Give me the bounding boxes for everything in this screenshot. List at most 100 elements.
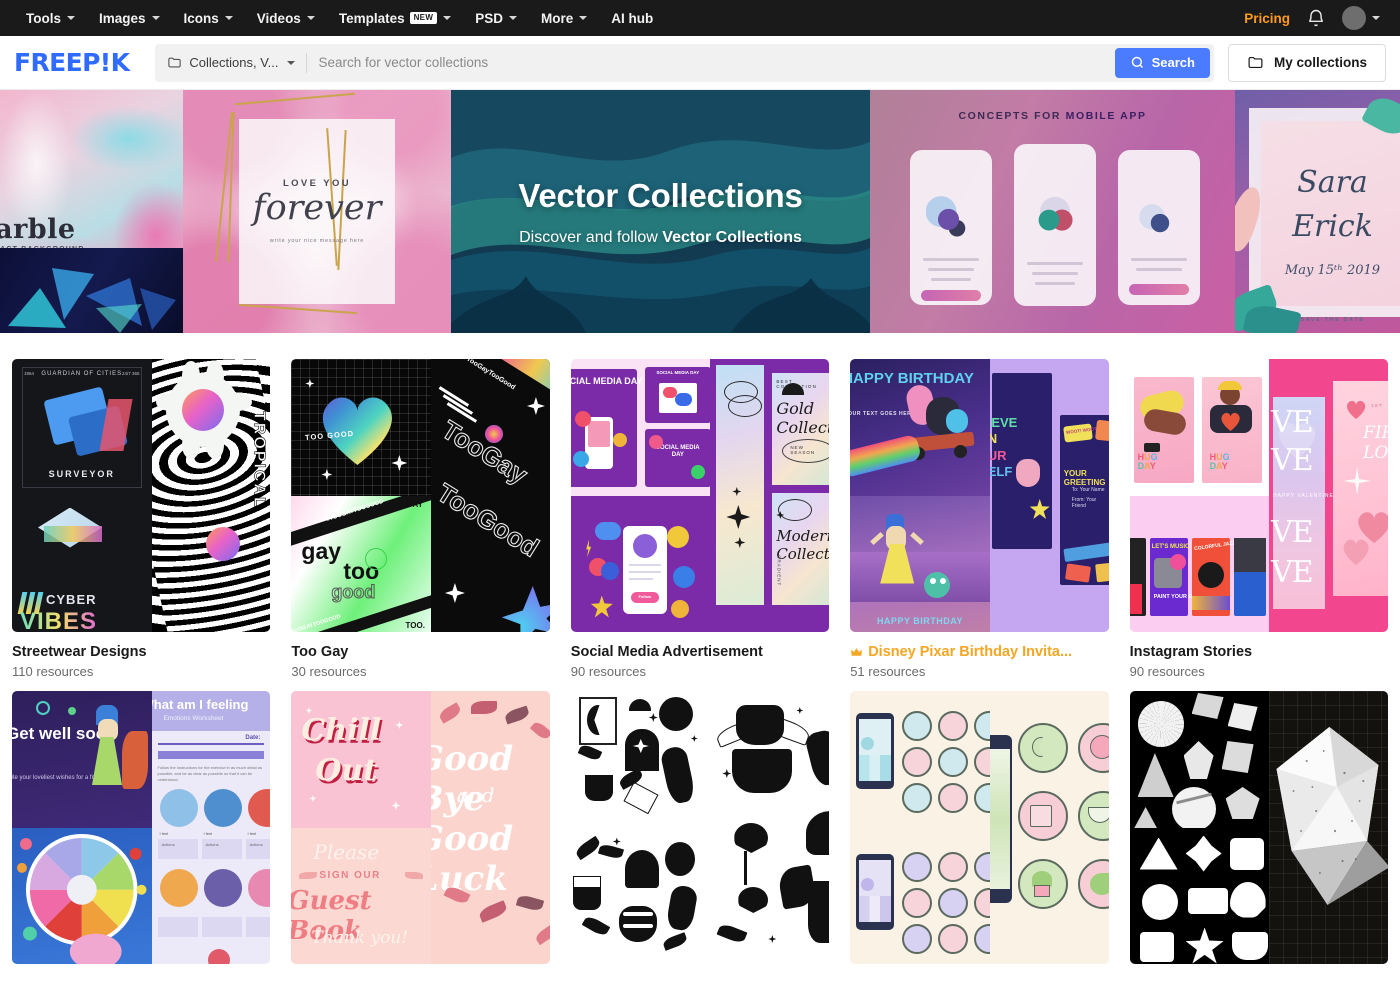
pricing-link[interactable]: Pricing xyxy=(1244,11,1290,26)
nav-item-tools[interactable]: Tools xyxy=(14,4,87,33)
thumb-left-column: SOCIAL MEDIA DAY SOCIAL MEDIA DAY SOCIAL… xyxy=(570,359,711,632)
art-text: HAPPY BIRTHDAY xyxy=(850,370,974,387)
collection-thumbnail[interactable]: HUG DAY HUG DAY LET'S MUSIC PAINT YOUR DAY xyxy=(1129,359,1388,632)
search-button[interactable]: Search xyxy=(1114,47,1210,78)
collection-resource-count: 90 resources xyxy=(1129,664,1205,679)
art-text: IEVE N UR ELF xyxy=(989,415,1018,479)
art-text: Actions xyxy=(205,842,219,847)
hero-subtitle-prefix: Discover and follow xyxy=(519,228,663,246)
notification-bell-icon[interactable] xyxy=(1306,8,1326,28)
collection-thumbnail[interactable] xyxy=(850,691,1109,964)
art-text: I feel xyxy=(247,831,257,836)
collection-resource-count: 110 resources xyxy=(12,664,94,679)
search-icon xyxy=(1131,56,1143,69)
nav-item-icons[interactable]: Icons xyxy=(172,4,245,33)
thumb-tile: CYBER VIBES xyxy=(12,495,152,632)
collection-thumbnail[interactable]: HAPPY BIRTHDAY YOUR TEXT GOES HERE HAPPY… xyxy=(850,359,1109,632)
art-text: Date: xyxy=(245,735,261,741)
collection-title[interactable]: Streetwear Designs xyxy=(12,644,270,660)
new-badge: NEW xyxy=(409,12,438,24)
wedding-name-2: Erick xyxy=(1292,209,1373,244)
nav-item-templates[interactable]: Templates NEW xyxy=(327,4,463,33)
collection-card[interactable]: TOO GOOD #TOOGAYTOOGOOD GAY gay too good… xyxy=(291,359,550,679)
collection-title[interactable]: Disney Pixar Birthday Invita... xyxy=(850,644,1108,660)
thumb-tile: Follow xyxy=(570,495,711,632)
phone-mockup-1 xyxy=(910,150,992,305)
site-header: FREEP!K Collections, V... Search My coll… xyxy=(0,36,1400,90)
mobile-app-prefix: CONCEPTS FOR xyxy=(958,110,1066,122)
collection-card[interactable]: HUG DAY HUG DAY LET'S MUSIC PAINT YOUR DAY xyxy=(1129,359,1388,679)
wedding-card: Sara Erick May 15ᵗʰ 2019 SAVE THE DATE xyxy=(1249,108,1400,323)
wedding-card-inner: Sara Erick May 15ᵗʰ 2019 SAVE THE DATE xyxy=(1261,121,1400,323)
forever-text: forever xyxy=(252,188,382,228)
collection-title[interactable]: Too Gay xyxy=(291,644,549,660)
nav-item-label: Videos xyxy=(256,10,301,26)
art-text: and xyxy=(456,783,495,807)
art-text: Follow xyxy=(638,593,652,599)
collection-card[interactable]: SOCIAL MEDIA DAY SOCIAL MEDIA DAY SOCIAL… xyxy=(570,359,830,679)
wedding-name-1: Sara xyxy=(1297,165,1368,200)
folder-icon xyxy=(168,57,182,68)
collection-thumbnail[interactable]: TOO GOOD #TOOGAYTOOGOOD GAY gay too good… xyxy=(291,359,550,632)
collection-card[interactable] xyxy=(850,691,1109,980)
nav-item-more[interactable]: More xyxy=(529,4,599,33)
nav-item-psd[interactable]: PSD xyxy=(463,4,529,33)
thumb-tile: SOCIAL MEDIA DAY SOCIAL MEDIA DAY SOCIAL… xyxy=(570,359,711,496)
collection-thumbnail[interactable] xyxy=(570,691,830,964)
collection-thumbnail[interactable]: Get well soon Write your loveliest wishe… xyxy=(12,691,271,964)
hero-title: Vector Collections xyxy=(518,176,803,214)
thumb-tile: TOO GOOD xyxy=(291,359,431,496)
thumb-right-column: #TooGayTooGood TooGay TooGood xyxy=(430,359,550,632)
art-text: YOUR TEXT GOES HERE xyxy=(850,411,916,417)
collection-thumbnail[interactable] xyxy=(1129,691,1388,964)
thumb-tile: GUARDIAN OF CITIES SURVEYOR 1964 24/7 36… xyxy=(12,359,152,496)
color-wheel-art xyxy=(16,833,147,964)
collection-title[interactable]: Social Media Advertisement xyxy=(571,644,829,660)
my-collections-button[interactable]: My collections xyxy=(1227,43,1386,82)
nav-item-label: PSD xyxy=(475,10,503,26)
search-button-label: Search xyxy=(1151,55,1195,70)
nav-item-label: Icons xyxy=(183,10,219,26)
art-text: Actions xyxy=(161,842,175,847)
thumb-right-column xyxy=(989,691,1109,964)
search-input[interactable] xyxy=(306,55,1115,70)
collection-thumbnail[interactable]: SOCIAL MEDIA DAY SOCIAL MEDIA DAY SOCIAL… xyxy=(570,359,830,632)
collection-card[interactable]: GUARDIAN OF CITIES SURVEYOR 1964 24/7 36… xyxy=(12,359,271,679)
collection-card[interactable] xyxy=(570,691,830,980)
search-scope-selector[interactable]: Collections, V... xyxy=(167,55,305,70)
collection-thumbnail[interactable]: Chill Out Please SIGN OUR Guest Book Tha… xyxy=(291,691,550,964)
collection-title[interactable]: Instagram Stories xyxy=(1130,644,1388,660)
collection-card[interactable]: HAPPY BIRTHDAY YOUR TEXT GOES HERE HAPPY… xyxy=(850,359,1109,679)
thumb-right-column: TROPICAL xyxy=(151,359,271,632)
collections-grid: GUARDIAN OF CITIES SURVEYOR 1964 24/7 36… xyxy=(0,333,1400,980)
art-text: Chill xyxy=(301,713,382,748)
collection-card[interactable]: Chill Out Please SIGN OUR Guest Book Tha… xyxy=(291,691,550,980)
art-text: HUG DAY xyxy=(1137,452,1158,471)
thumb-left-column: Get well soon Write your loveliest wishe… xyxy=(12,691,152,964)
nav-item-ai-hub[interactable]: AI hub xyxy=(599,4,665,33)
art-text: NEW SEASON xyxy=(790,445,816,455)
nav-item-label: AI hub xyxy=(611,10,654,26)
thumb-left-column: TOO GOOD #TOOGAYTOOGOOD GAY gay too good… xyxy=(291,359,431,632)
art-text: From: Your Friend xyxy=(1071,497,1097,509)
collection-card[interactable] xyxy=(1129,691,1388,980)
collection-card[interactable]: Get well soon Write your loveliest wishe… xyxy=(12,691,271,980)
phone-illustration xyxy=(1030,186,1080,248)
thumb-tile: #TOOGAYTOOGOOD GAY gay too good #TOOGAYT… xyxy=(291,495,431,632)
chevron-down-icon xyxy=(306,16,315,20)
thumb-left-column xyxy=(570,691,711,964)
art-text: gay xyxy=(301,537,342,564)
avatar-menu[interactable] xyxy=(1342,6,1380,30)
thumb-tile: HAPPY BIRTHDAY xyxy=(850,495,990,632)
chevron-down-icon xyxy=(508,16,517,20)
art-text: TooGood xyxy=(431,477,545,564)
phone-illustration xyxy=(926,196,976,248)
wedding-date: May 15ᵗʰ 2019 xyxy=(1284,263,1381,278)
polyhedron-art xyxy=(1276,727,1388,905)
collection-thumbnail[interactable]: GUARDIAN OF CITIES SURVEYOR 1964 24/7 36… xyxy=(12,359,271,632)
freepik-logo[interactable]: FREEP!K xyxy=(14,48,130,77)
thumb-right-column: BEST COLLECTION Gold Collection NEW SEAS… xyxy=(710,359,830,632)
nav-item-images[interactable]: Images xyxy=(87,4,172,33)
art-text: 24/7 365 xyxy=(121,371,140,376)
nav-item-videos[interactable]: Videos xyxy=(245,4,327,33)
